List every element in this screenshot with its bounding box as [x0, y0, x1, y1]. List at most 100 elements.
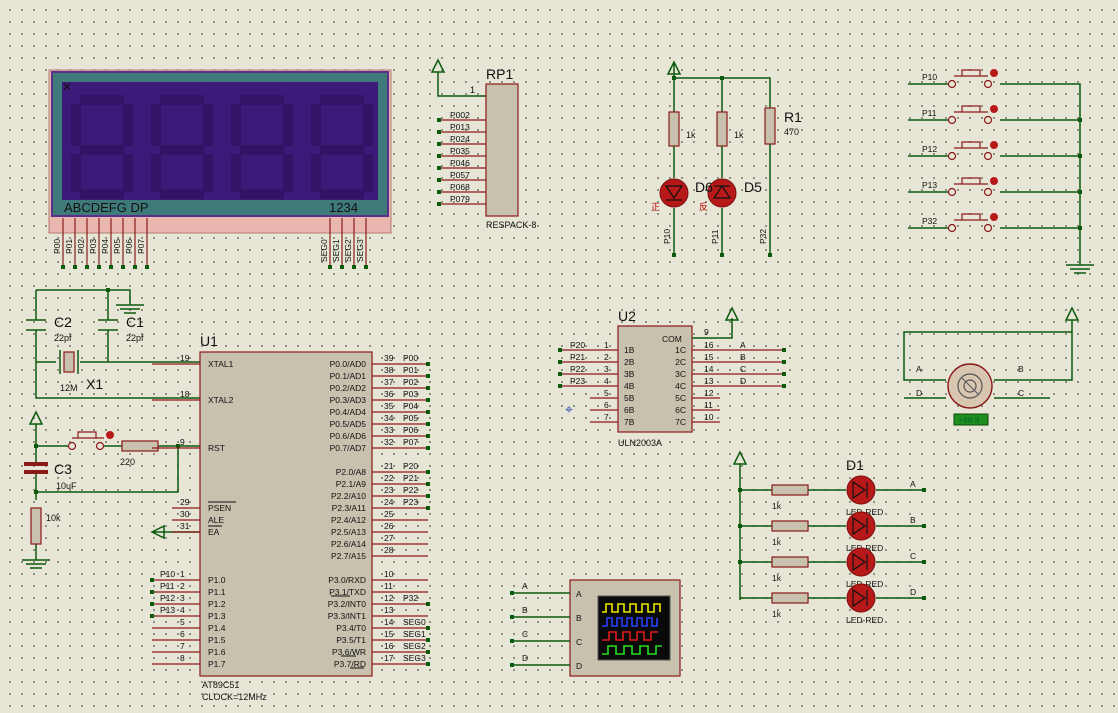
rp1-type: RESPACK-8 — [486, 220, 536, 230]
u1-pin-number: 32 — [384, 437, 394, 447]
d1-net-label: B — [910, 515, 916, 525]
display-segment-letters: ABCDEFG DP — [64, 200, 149, 215]
u1-pin-name: P1.6 — [208, 647, 226, 657]
crosshair-marker: ⌖ — [565, 401, 573, 417]
x1-ref: X1 — [86, 376, 103, 392]
u2-pin-name: 6C — [675, 405, 686, 415]
d1-resistor-value: 1k — [772, 573, 782, 583]
d1-led-row: 1k LED-RED D — [771, 583, 926, 625]
u2-pin-name: 1B — [624, 345, 635, 355]
u1-pin-name: PSEN — [208, 503, 231, 513]
u2-net-label: D — [740, 376, 746, 386]
scope-ch-d: D — [576, 661, 582, 671]
c1-value: 22pf — [126, 333, 144, 343]
reset-circuit[interactable]: 220 C3 10uF 10k — [22, 410, 200, 569]
resistor-pack-rp1[interactable]: RP1 RESPACK-8 1 P002 P013 P024 P035 P046… — [430, 58, 536, 230]
u1-pin-name: P2.7/A15 — [331, 551, 366, 561]
u1-pin-number: 2 — [180, 581, 185, 591]
u1-pin-number: 26 — [384, 521, 394, 531]
u1-net-label: P32 — [403, 593, 418, 603]
net-label: P11 — [710, 229, 720, 244]
reset-resistor-value: 220 — [120, 457, 135, 467]
u2-net-label: P21 — [570, 352, 585, 362]
d1-resistor-value: 1k — [772, 609, 782, 619]
microcontroller-u1[interactable]: U1 AT89C51 CLOCK=12MHz 19XTAL118XTAL29RS… — [150, 333, 430, 702]
u1-pin-number: 21 — [384, 461, 394, 471]
pin-label-seg0: SEG0 — [319, 239, 329, 262]
rp1-pin-label: P068 — [450, 182, 470, 192]
u1-net-label: P10 — [160, 569, 175, 579]
u1-pin-number: 9 — [180, 437, 185, 447]
u1-pin-name: XTAL2 — [208, 395, 234, 405]
scope-net-a: A — [522, 581, 528, 591]
driver-ic-u2[interactable]: U2 ULN2003A COM 9 1 1BP202 2BP213 3BP224 4BP… — [558, 306, 786, 448]
u2-pin-name: 2C — [675, 357, 686, 367]
u1-pin-number: 36 — [384, 389, 394, 399]
u1-net-label: P04 — [403, 401, 418, 411]
u1-pin-number: 11 — [384, 581, 393, 591]
r-mid-value: 1k — [734, 130, 744, 140]
u2-pin-name: 2B — [624, 357, 635, 367]
button-p12 — [947, 141, 998, 161]
led-array-d1[interactable]: D1 1kLED-REDA1kLED-REDB1kLED-REDC1kLED-R… — [732, 450, 926, 625]
u1-pin-name: P3.0/RXD — [328, 575, 366, 585]
d1-led-row: 1kLED-REDC — [771, 547, 926, 589]
u1-pin-name: P2.4/A12 — [331, 515, 366, 525]
oscilloscope[interactable]: A B C D A B C D — [510, 579, 681, 677]
pin-label-p04: P04 — [100, 239, 110, 254]
pin-label-p03: P03 — [88, 239, 98, 254]
u1-pin-name: RST — [208, 443, 225, 453]
led-indicator-block[interactable]: 1k 1k R1 470 D6 D5 正 反 P10 P11 P32 — [651, 60, 802, 257]
u1-pin-number: 14 — [384, 617, 394, 627]
u2-pin-number: 12 — [704, 388, 714, 398]
push-button-array[interactable]: P10 P11 P12 P13 P32 — [908, 69, 1094, 274]
u1-net-label: SEG3 — [403, 653, 426, 663]
seven-segment-display[interactable]: ✕ ABCDEFG DP 1234 P00 P01 P02 P03 P04 P0… — [48, 69, 392, 269]
u1-pin-name: P2.6/A14 — [331, 539, 366, 549]
u1-pin-number: 10 — [384, 569, 394, 579]
u1-pin-name: EA — [208, 527, 220, 537]
u1-pin-number: 22 — [384, 473, 394, 483]
motor-label-c: C — [1018, 388, 1024, 398]
scope-net-b: B — [522, 605, 528, 615]
pin-label-p02: P02 — [76, 239, 86, 254]
display-digit-numbers: 1234 — [329, 200, 358, 215]
rp1-ref: RP1 — [486, 66, 513, 82]
oscillator-circuit[interactable]: C2 22pf C1 22pf X1 12M — [26, 288, 200, 399]
u2-pin-name: 7C — [675, 417, 686, 427]
u1-net-label: P13 — [160, 605, 175, 615]
u2-com-label: COM — [662, 334, 682, 344]
x1-value: 12M — [60, 383, 78, 393]
u1-pin-number: 39 — [384, 353, 394, 363]
u1-net-label: P23 — [403, 497, 418, 507]
d1-led-row: 1kLED-REDA — [771, 475, 926, 517]
u1-pin-number: 17 — [384, 653, 394, 663]
button-net-label: P11 — [922, 108, 937, 118]
stepper-motor[interactable]: +88.8 A B D C — [903, 306, 1080, 426]
reverse-label: 反 — [699, 202, 708, 212]
button-net-label: P10 — [922, 72, 937, 82]
u1-pin-name: P0.1/AD1 — [330, 371, 367, 381]
u1-pin-number: 24 — [384, 497, 394, 507]
rp1-pin-label: P046 — [450, 158, 470, 168]
d1-net-label: D — [910, 587, 916, 597]
u2-pin-name: 6B — [624, 405, 635, 415]
u1-pin-number: 33 — [384, 425, 394, 435]
u2-pin-number: 15 — [704, 352, 714, 362]
scope-ch-a: A — [576, 589, 582, 599]
r1-ref: R1 — [784, 109, 802, 125]
c3-value: 10uF — [56, 481, 77, 491]
u2-com-num: 9 — [704, 327, 709, 337]
u1-pin-name: P2.2/A10 — [331, 491, 366, 501]
d1-led-type: LED-RED — [846, 615, 883, 625]
u2-type: ULN2003A — [618, 438, 662, 448]
u1-pin-name: P2.1/A9 — [336, 479, 367, 489]
button-p11 — [947, 105, 998, 125]
u1-net-label: P03 — [403, 389, 418, 399]
button-p32 — [947, 213, 998, 233]
d1-led-row: 1kLED-REDB — [771, 511, 926, 553]
u1-pin-name: P1.7 — [208, 659, 226, 669]
motor-readout: +88.8 — [958, 415, 980, 425]
button-net-label: P12 — [922, 144, 937, 154]
u2-pin-number: 1 — [604, 340, 609, 350]
